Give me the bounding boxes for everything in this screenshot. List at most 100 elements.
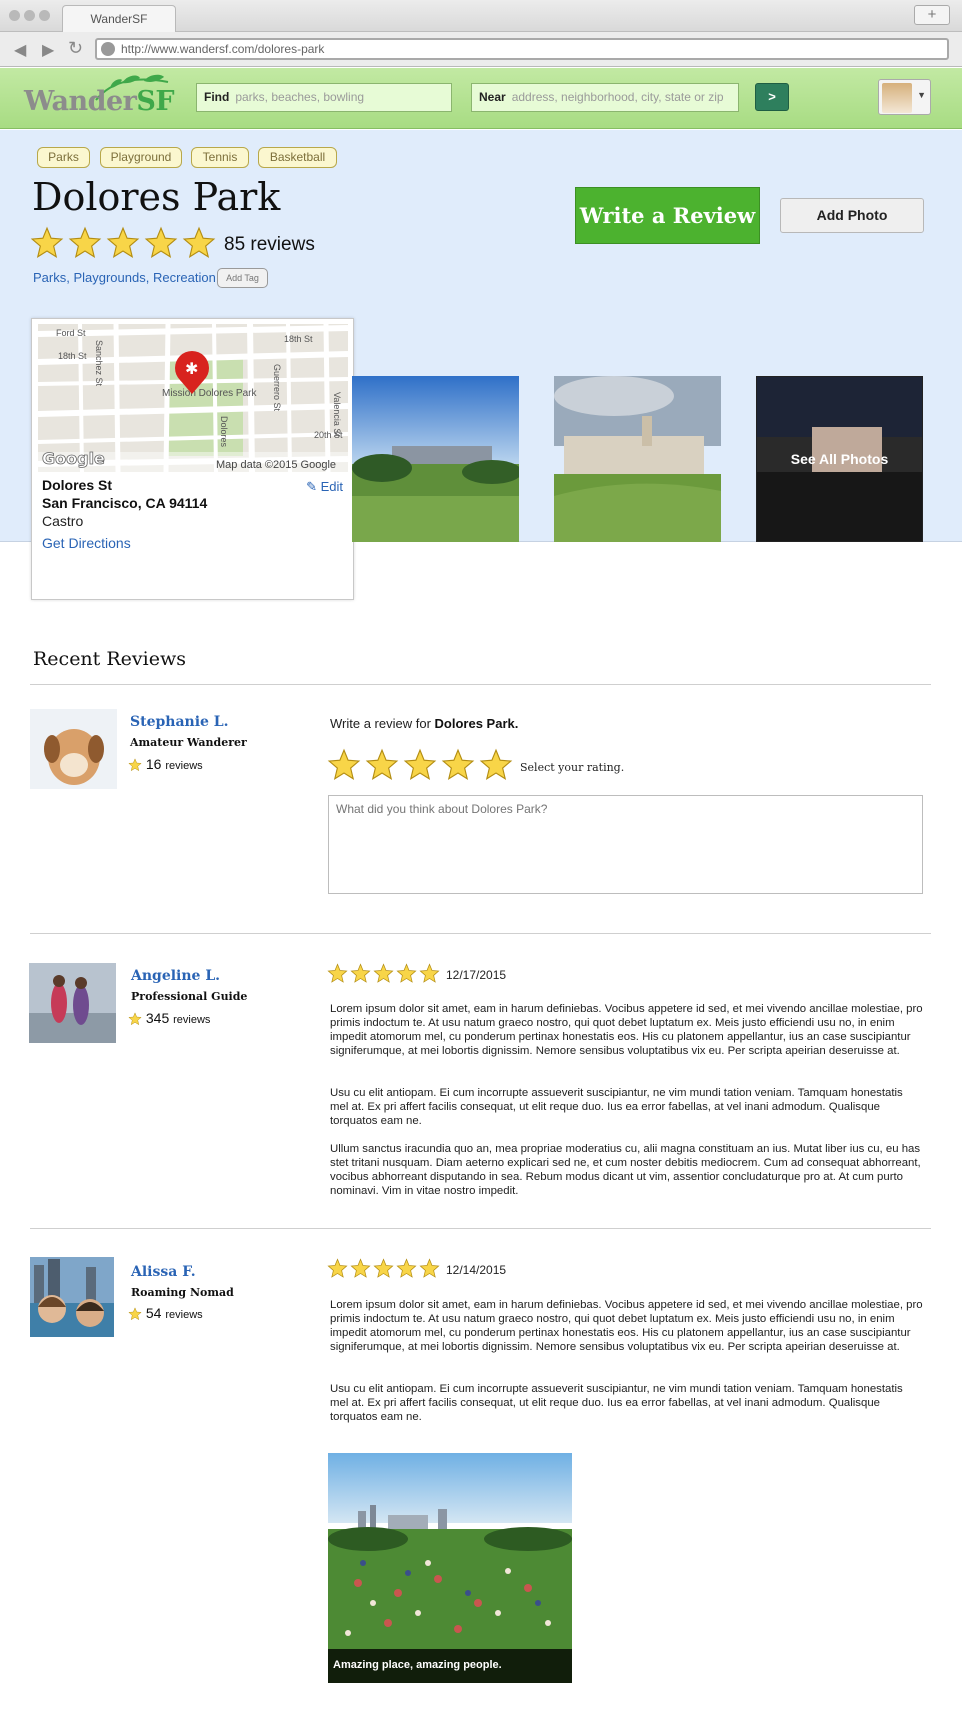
map-label: 18th St — [58, 351, 87, 361]
get-directions-link[interactable]: Get Directions — [42, 535, 131, 551]
star-icon — [419, 1258, 440, 1279]
divider — [30, 684, 931, 685]
user-avatar — [882, 83, 912, 113]
see-all-photos-label: See All Photos — [790, 451, 889, 467]
place-photo[interactable] — [554, 376, 721, 542]
divider — [30, 933, 931, 934]
star-icon — [68, 226, 102, 260]
near-search-field[interactable]: Near address, neighborhood, city, state o… — [471, 83, 739, 112]
reviewer-avatar[interactable] — [30, 1257, 114, 1337]
category-links[interactable]: Parks, Playgrounds, Recreation — [33, 270, 216, 285]
reviewer-count: 345 reviews — [128, 1010, 210, 1026]
account-menu[interactable]: ▼ — [878, 79, 931, 115]
review-date: 12/14/2015 — [446, 1263, 507, 1277]
reviewer-count: 54 reviews — [128, 1305, 203, 1321]
site-header: WanderSF Find parks, beaches, bowling Nea… — [0, 68, 962, 129]
star-icon — [128, 1305, 142, 1321]
svg-text:✱: ✱ — [185, 359, 198, 378]
browser-tab[interactable]: WanderSF — [62, 5, 176, 32]
star-icon — [373, 1258, 394, 1279]
zoom-window-dot[interactable] — [39, 10, 50, 21]
rating-star-icon[interactable] — [441, 748, 475, 782]
chevron-down-icon: ▼ — [917, 90, 926, 100]
rating-star-icon[interactable] — [479, 748, 513, 782]
location-card: Ford St 18th St 18th St Sanchez St Guerr… — [31, 318, 354, 600]
tag-pill[interactable]: Basketball — [258, 147, 337, 168]
review-rating-stars — [327, 1258, 442, 1279]
address-city: San Francisco, CA 94114 — [42, 495, 208, 511]
review-count[interactable]: 85 reviews — [224, 234, 315, 256]
address-neighborhood: Castro — [42, 513, 84, 529]
map-label: 18th St — [284, 334, 313, 344]
review-paragraph: Ullum sanctus iracundia quo an, mea prop… — [330, 1143, 921, 1197]
star-icon — [396, 963, 417, 984]
reviewer-role: Professional Guide — [131, 990, 248, 1003]
place-photo[interactable] — [352, 376, 519, 542]
star-icon — [396, 1258, 417, 1279]
address-bar[interactable]: http://www.wandersf.com/dolores-park — [95, 38, 949, 60]
review-paragraph: Usu cu elit antiopam. Ei cum incorrupte … — [330, 1383, 903, 1423]
tag-pill[interactable]: Parks — [37, 147, 90, 168]
edit-address-link[interactable]: ✎ Edit — [306, 479, 343, 495]
map-label: Mission Dolores Park — [162, 388, 257, 399]
page-info-icon — [101, 42, 115, 56]
search-go-button[interactable]: > — [755, 83, 789, 111]
star-icon — [327, 1258, 348, 1279]
add-tag-button[interactable]: Add Tag — [217, 268, 268, 288]
review-date: 12/17/2015 — [446, 968, 507, 982]
star-icon — [128, 1010, 142, 1026]
reviewer-name[interactable]: Angeline L. — [131, 968, 220, 984]
pencil-icon: ✎ — [306, 479, 317, 494]
reviewer-avatar[interactable] — [29, 963, 116, 1043]
rating-star-icon[interactable] — [327, 748, 361, 782]
star-icon — [144, 226, 178, 260]
star-icon — [182, 226, 216, 260]
logo-wander: Wander — [24, 86, 137, 117]
back-icon[interactable]: ◀ — [14, 40, 26, 60]
review-rating-stars — [327, 963, 442, 984]
edit-label: Edit — [320, 479, 343, 494]
write-review-button[interactable]: Write a Review — [575, 187, 760, 244]
write-review-prompt: Write a review for Dolores Park. — [330, 716, 519, 731]
reload-icon[interactable]: ↻ — [68, 38, 83, 59]
star-icon — [373, 963, 394, 984]
browser-toolbar: ◀ ▶ ↻ http://www.wandersf.com/dolores-pa… — [0, 32, 962, 67]
find-search-field[interactable]: Find parks, beaches, bowling — [196, 83, 452, 112]
star-icon — [106, 226, 140, 260]
star-icon — [128, 756, 142, 772]
new-tab-button[interactable]: + — [914, 5, 950, 25]
review-photo[interactable]: Amazing place, amazing people. — [328, 1453, 572, 1683]
google-logo: Google — [42, 449, 105, 468]
rating-input-stars[interactable] — [327, 748, 517, 782]
map-graphic: Ford St 18th St 18th St Sanchez St Guerr… — [38, 324, 348, 472]
reviewer-count: 16 reviews — [128, 756, 203, 772]
address-street: Dolores St — [42, 477, 113, 493]
map-label: Sanchez St — [94, 340, 104, 387]
tag-pill[interactable]: Playground — [100, 147, 182, 168]
review-paragraph: Lorem ipsum dolor sit amet, eam in harum… — [330, 1299, 923, 1353]
see-all-photos-tile[interactable]: See All Photos — [756, 376, 923, 542]
review-textarea[interactable] — [328, 795, 923, 894]
location-map[interactable]: Ford St 18th St 18th St Sanchez St Guerr… — [38, 324, 348, 472]
star-icon — [350, 963, 371, 984]
url-text: http://www.wandersf.com/dolores-park — [121, 42, 325, 56]
place-rating-stars — [30, 226, 220, 260]
find-label: Find — [204, 90, 230, 104]
star-icon — [30, 226, 64, 260]
site-logo[interactable]: WanderSF — [24, 86, 175, 117]
rating-star-icon[interactable] — [403, 748, 437, 782]
reviewer-name[interactable]: Alissa F. — [131, 1264, 196, 1280]
reviewer-role: Amateur Wanderer — [130, 736, 247, 749]
tag-pill[interactable]: Tennis — [191, 147, 249, 168]
forward-icon[interactable]: ▶ — [42, 40, 54, 60]
reviewer-name[interactable]: Stephanie L. — [130, 714, 229, 730]
reviewer-avatar[interactable] — [30, 709, 117, 789]
add-photo-button[interactable]: Add Photo — [780, 198, 924, 233]
review-paragraph: Usu cu elit antiopam. Ei cum incorrupte … — [330, 1087, 903, 1127]
rating-star-icon[interactable] — [365, 748, 399, 782]
map-label: Guerrero St — [272, 364, 282, 412]
close-window-dot[interactable] — [9, 10, 20, 21]
select-rating-label: Select your rating. — [520, 761, 625, 774]
minimize-window-dot[interactable] — [24, 10, 35, 21]
star-icon — [327, 963, 348, 984]
